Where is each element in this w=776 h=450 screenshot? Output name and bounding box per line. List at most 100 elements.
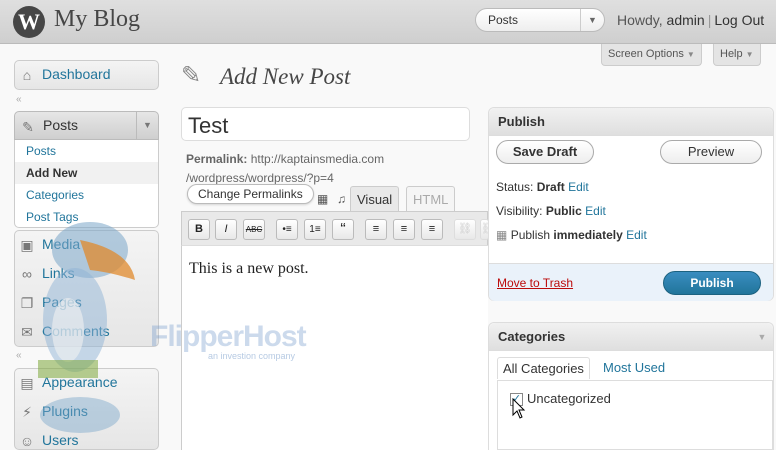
insert-link-button[interactable]: ⛓ [454, 219, 476, 240]
numbered-list-button[interactable]: 1≡ [304, 219, 326, 240]
categories-box-header: Categories ▼ [489, 323, 773, 351]
plugin-icon: ⚡ [22, 404, 32, 420]
publish-box: Publish Save Draft Preview Status: Draft… [488, 107, 774, 301]
status-label: Status: [496, 180, 534, 194]
chevron-down-icon[interactable]: ▼ [136, 112, 158, 139]
bold-button[interactable]: B [188, 219, 210, 240]
sidebar-item-label: Pages [42, 294, 82, 310]
categories-box-title: Categories [498, 329, 566, 344]
publish-time-row: ▦ Publish immediately Edit [496, 228, 647, 242]
permalink-text: Permalink: http://kaptainsmedia.com /wor… [186, 150, 466, 188]
mouse-cursor-icon [512, 398, 526, 419]
submenu-item-posts[interactable]: Posts [15, 140, 158, 162]
calendar-icon: ▦ [496, 228, 508, 242]
chevron-down-icon: ▼ [686, 50, 695, 59]
sidebar-item-label: Posts [43, 117, 79, 133]
favorite-actions-label: Posts [488, 13, 519, 27]
categories-box: Categories ▼ All Categories Most Used ✓ … [488, 322, 774, 450]
favorite-actions-dropdown[interactable]: Posts ▼ [475, 8, 605, 32]
align-left-button[interactable]: ≡ [365, 219, 387, 240]
sidebar-item-media[interactable]: ▣ Media [14, 230, 159, 259]
publish-actions: Move to Trash Publish [489, 263, 773, 301]
sidebar-item-label: Users [42, 432, 79, 448]
edit-visibility-link[interactable]: Edit [585, 204, 606, 218]
users-icon: ☺ [19, 433, 35, 449]
tab-all-categories[interactable]: All Categories [497, 357, 590, 379]
sidebar-item-plugins[interactable]: ⚡ Plugins [14, 397, 159, 426]
help-label: Help [720, 48, 743, 60]
appearance-icon: ▤ [20, 375, 34, 391]
sidebar-item-label: Links [42, 265, 75, 281]
submenu-item-post-tags[interactable]: Post Tags [15, 206, 158, 228]
sidebar-item-label: Dashboard [42, 66, 111, 82]
visibility-value: Public [545, 204, 582, 218]
publish-time-value: immediately [553, 228, 623, 242]
watermark-brand: FlipperHost [150, 320, 307, 353]
collapse-arrows-icon[interactable]: « [16, 94, 22, 105]
post-title-input[interactable]: Test [181, 107, 470, 141]
wordpress-logo-icon[interactable]: W [13, 6, 45, 38]
help-tab[interactable]: Help ▼ [713, 44, 761, 66]
chevron-down-icon[interactable]: ▼ [751, 323, 773, 351]
insert-video-icon[interactable]: ▦ [317, 192, 328, 206]
sidebar-item-label: Media [42, 236, 81, 252]
posts-submenu: Posts Add New Categories Post Tags [14, 140, 159, 228]
status-row: Status: Draft Edit [496, 180, 589, 194]
categories-list: ✓ Uncategorized [497, 380, 773, 450]
move-to-trash-link[interactable]: Move to Trash [497, 276, 573, 290]
post-content-text: This is a new post. [189, 260, 309, 277]
sidebar-item-links[interactable]: ∞ Links [14, 259, 159, 288]
logout-link[interactable]: Log Out [714, 12, 764, 28]
blockquote-button[interactable]: “ [332, 219, 354, 240]
visibility-row: Visibility: Public Edit [496, 204, 606, 218]
submenu-item-categories[interactable]: Categories [15, 184, 158, 206]
comments-icon: ✉ [21, 324, 33, 340]
sidebar-item-appearance[interactable]: ▤ Appearance [14, 368, 159, 397]
editor-toolbar: B I ABC •≡ 1≡ “ ≡ ≡ ≡ ⛓ ⛓ [181, 211, 489, 245]
align-center-button[interactable]: ≡ [393, 219, 415, 240]
permalink-label: Permalink: [186, 152, 248, 166]
italic-button[interactable]: I [215, 219, 237, 240]
save-draft-button[interactable]: Save Draft [496, 140, 594, 164]
sidebar-item-dashboard[interactable]: ⌂ Dashboard [14, 60, 159, 89]
sidebar-item-label: Plugins [42, 403, 88, 419]
home-icon: ⌂ [22, 67, 32, 83]
sidebar-item-pages[interactable]: ❐ Pages [14, 288, 159, 317]
user-info: Howdy, admin | Log Out [617, 12, 764, 28]
site-title[interactable]: My Blog [54, 6, 140, 33]
tab-visual[interactable]: Visual [350, 186, 400, 212]
collapse-arrows-icon[interactable]: « [16, 350, 22, 361]
sidebar-item-users[interactable]: ☺ Users [14, 426, 159, 450]
media-icon: ▣ [20, 237, 34, 253]
user-name-link[interactable]: admin [667, 12, 705, 28]
publish-time-label: Publish [510, 228, 551, 242]
chevron-down-icon: ▼ [745, 50, 754, 59]
submenu-item-add-new[interactable]: Add New [15, 162, 158, 184]
tab-most-used[interactable]: Most Used [598, 357, 670, 379]
publish-button[interactable]: Publish [663, 271, 761, 295]
category-label[interactable]: Uncategorized [527, 391, 611, 406]
sidebar-item-label: Appearance [42, 374, 118, 390]
bullet-list-button[interactable]: •≡ [276, 219, 298, 240]
howdy-text: Howdy, [617, 12, 663, 28]
visibility-label: Visibility: [496, 204, 543, 218]
sidebar-item-label: Comments [42, 323, 110, 339]
pushpin-icon: ✎ [181, 62, 202, 89]
preview-button[interactable]: Preview [660, 140, 762, 164]
chevron-down-icon[interactable]: ▼ [580, 9, 604, 31]
sidebar-item-comments[interactable]: ✉ Comments [14, 317, 159, 346]
insert-audio-icon[interactable]: ♫ [337, 192, 346, 206]
screen-options-label: Screen Options [608, 48, 684, 60]
align-right-button[interactable]: ≡ [421, 219, 443, 240]
separator: | [707, 12, 712, 28]
watermark-tagline: an investion company [208, 351, 296, 361]
edit-publish-time-link[interactable]: Edit [626, 228, 647, 242]
tab-html[interactable]: HTML [406, 186, 456, 212]
change-permalinks-button[interactable]: Change Permalinks [187, 184, 314, 204]
status-value: Draft [536, 180, 565, 194]
sidebar-item-posts[interactable]: ✎ Posts ▼ [14, 111, 159, 140]
strikethrough-button[interactable]: ABC [243, 219, 265, 240]
edit-status-link[interactable]: Edit [568, 180, 589, 194]
screen-options-tab[interactable]: Screen Options ▼ [601, 44, 702, 66]
pushpin-icon: ✎ [22, 119, 34, 135]
